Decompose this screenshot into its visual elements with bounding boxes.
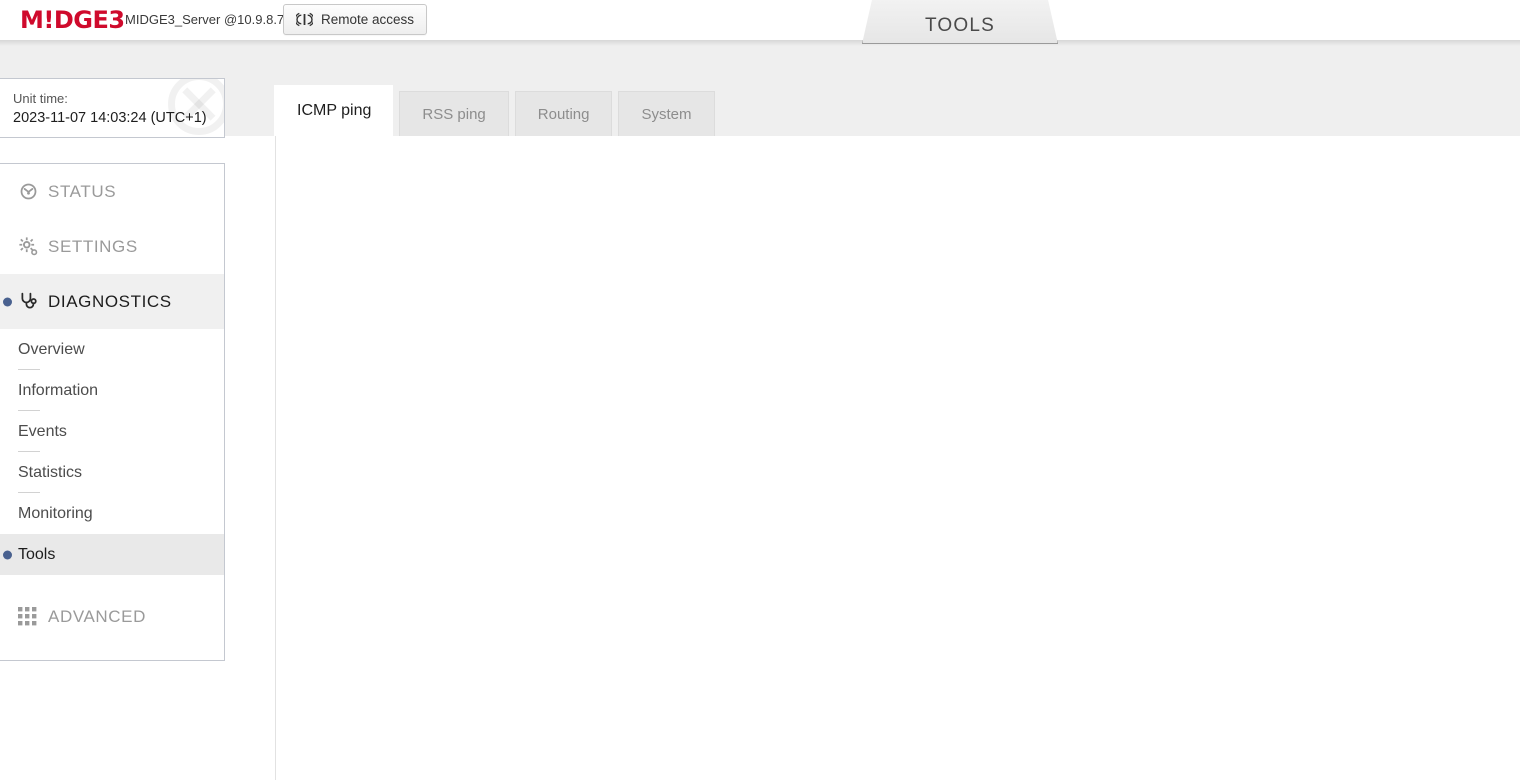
sidebar-subitem-label: Information xyxy=(18,381,99,399)
gauge-icon xyxy=(18,181,48,202)
server-label: MIDGE3_Server @10.9.8.7 xyxy=(125,12,285,27)
sidebar-subitem-label: Overview xyxy=(18,340,85,358)
stethoscope-icon xyxy=(18,291,48,312)
tab-system[interactable]: System xyxy=(618,91,715,136)
sidebar-item-monitoring[interactable]: Monitoring xyxy=(0,493,224,534)
sidebar-item-information[interactable]: Information xyxy=(0,370,224,411)
app-root: M!DGE3 MIDGE3_Server @10.9.8.7 Remote ac… xyxy=(0,0,1520,780)
sidebar-item-statistics[interactable]: Statistics xyxy=(0,452,224,493)
header-gray-band xyxy=(0,40,1520,136)
active-bullet-icon xyxy=(3,297,12,306)
section-tab-tools[interactable] xyxy=(862,0,1058,44)
remote-access-button[interactable]: Remote access xyxy=(283,4,428,35)
grid-icon xyxy=(18,607,48,626)
unit-time-label: Unit time: xyxy=(13,91,68,106)
sidebar-subitem-label: Events xyxy=(18,422,67,440)
unit-time-panel: Unit time: 2023-11-07 14:03:24 (UTC+1) xyxy=(0,78,225,138)
logo-text: M!DGE3 xyxy=(20,6,125,34)
sidebar-item-events[interactable]: Events xyxy=(0,411,224,452)
tab-routing[interactable]: Routing xyxy=(514,91,613,136)
unit-time-value: 2023-11-07 14:03:24 (UTC+1) xyxy=(13,110,207,126)
active-bullet-icon xyxy=(3,550,12,559)
sidebar-item-label: ADVANCED xyxy=(48,606,147,626)
tab-rss-ping[interactable]: RSS ping xyxy=(399,91,509,136)
sidebar: STATUS SETTINGS DIAGNOSTICS Overview Inf… xyxy=(0,163,225,661)
antenna-broadcast-icon xyxy=(296,12,313,27)
sidebar-item-label: SETTINGS xyxy=(48,236,138,256)
remote-access-label: Remote access xyxy=(321,12,415,27)
sidebar-subitem-label: Monitoring xyxy=(18,504,93,522)
sidebar-item-overview[interactable]: Overview xyxy=(0,329,224,370)
tab-label: ICMP ping xyxy=(297,101,372,119)
gear-icon xyxy=(18,236,48,257)
sidebar-item-label: STATUS xyxy=(48,181,117,201)
sidebar-item-settings[interactable]: SETTINGS xyxy=(0,219,224,274)
content-left-border xyxy=(275,136,276,780)
sidebar-subitem-label: Statistics xyxy=(18,463,83,481)
content-panel xyxy=(275,136,1520,780)
top-bar: M!DGE3 MIDGE3_Server @10.9.8.7 Remote ac… xyxy=(0,0,1520,40)
sidebar-item-diagnostics[interactable]: DIAGNOSTICS xyxy=(0,274,224,329)
tab-label: System xyxy=(641,105,692,123)
sidebar-item-tools[interactable]: Tools xyxy=(0,534,224,575)
brand-watermark-icon xyxy=(168,79,224,135)
tab-label: RSS ping xyxy=(422,105,486,123)
app-logo: M!DGE3 xyxy=(20,6,125,34)
tab-bar: ICMP ping RSS ping Routing System xyxy=(275,85,721,136)
tab-label: Routing xyxy=(537,105,590,123)
sidebar-item-advanced[interactable]: ADVANCED xyxy=(0,589,224,644)
sidebar-item-label: DIAGNOSTICS xyxy=(48,291,172,311)
sidebar-subitem-label: Tools xyxy=(18,545,56,563)
sidebar-item-status[interactable]: STATUS xyxy=(0,164,224,219)
tab-icmp-ping[interactable]: ICMP ping xyxy=(275,85,394,136)
